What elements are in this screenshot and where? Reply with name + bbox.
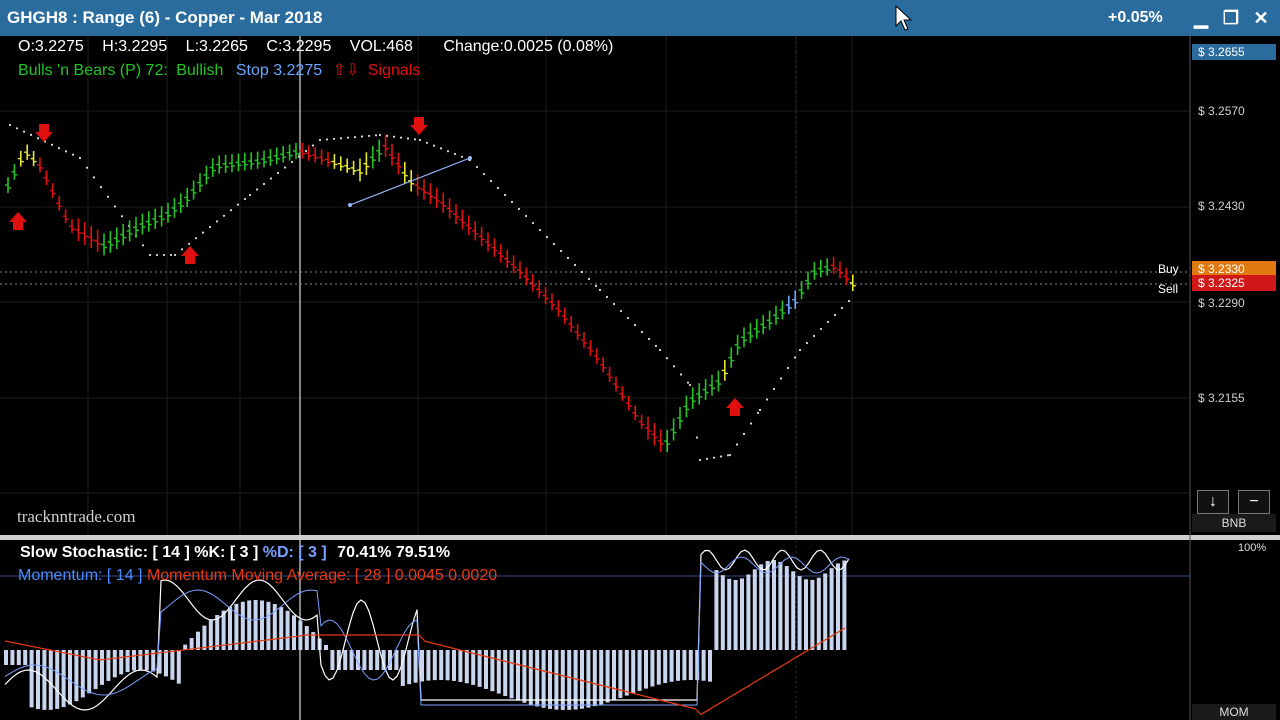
stop-value: Stop 3.2275 xyxy=(235,62,323,79)
stoch-values: 70.41% 79.51% xyxy=(337,544,451,561)
low-value: L:3.2265 xyxy=(185,38,248,55)
close-value: C:3.2295 xyxy=(266,38,332,55)
price-chart[interactable] xyxy=(0,0,1280,720)
hundred-label: 100% xyxy=(1238,542,1267,554)
panel-separator xyxy=(0,535,1280,540)
bnb-tag: BNB xyxy=(1192,514,1276,532)
price-bars xyxy=(5,134,856,453)
axis-label-4: $ 3.2155 xyxy=(1198,391,1245,405)
change-value: Change:0.0025 (0.08%) xyxy=(443,38,614,55)
axis-label-3: $ 3.2290 xyxy=(1198,296,1245,310)
scroll-down-icon[interactable]: ↓ xyxy=(1197,490,1229,514)
high-value: H:3.2295 xyxy=(102,38,168,55)
indicator-name: Bulls 'n Bears (P) 72: xyxy=(18,62,168,79)
mom-tag: MOM xyxy=(1192,704,1276,720)
sell-price-tag: $ 3.2325 xyxy=(1192,275,1276,291)
momentum-name: Momentum: [ 14 ] xyxy=(18,567,143,584)
signal-arrows xyxy=(9,117,744,416)
chart-grid xyxy=(0,36,1190,720)
volume-value: VOL:468 xyxy=(349,38,413,55)
stoch-readout: Slow Stochastic: [ 14 ] %K: [ 3 ] %D: [ … xyxy=(20,544,450,562)
ohlc-readout: O:3.2275 H:3.2295 L:3.2265 C:3.2295 VOL:… xyxy=(18,38,627,56)
mouse-cursor-icon xyxy=(895,4,913,31)
momentum-values: 0.0045 0.0020 xyxy=(394,567,498,584)
axis-label-1: $ 3.2570 xyxy=(1198,104,1245,118)
stoch-k: %K: [ 3 ] xyxy=(194,544,259,561)
momentum-ma-name: Momentum Moving Average: [ 28 ] xyxy=(146,567,391,584)
momentum-ma-line xyxy=(4,627,846,716)
indicator-readout: Bulls 'n Bears (P) 72: Bullish Stop 3.22… xyxy=(18,60,420,80)
open-value: O:3.2275 xyxy=(18,38,84,55)
stoch-name: Slow Stochastic: [ 14 ] xyxy=(20,544,190,561)
buy-label: Buy xyxy=(1158,262,1179,276)
sell-label: Sell xyxy=(1158,282,1179,296)
collapse-icon[interactable]: − xyxy=(1238,490,1270,514)
axis-label-2: $ 3.2430 xyxy=(1198,199,1245,213)
watermark: tracknntrade.com xyxy=(17,507,136,526)
current-price-tag: $ 3.2655 xyxy=(1192,44,1276,60)
momentum-readout: Momentum: [ 14 ] Momentum Moving Average… xyxy=(18,567,497,585)
signal-arrows-icon: ⇧⇩ xyxy=(332,62,360,79)
indicator-state: Bullish xyxy=(176,62,224,79)
signals-label[interactable]: Signals xyxy=(368,62,420,79)
stoch-d: %D: [ 3 ] xyxy=(262,544,327,561)
